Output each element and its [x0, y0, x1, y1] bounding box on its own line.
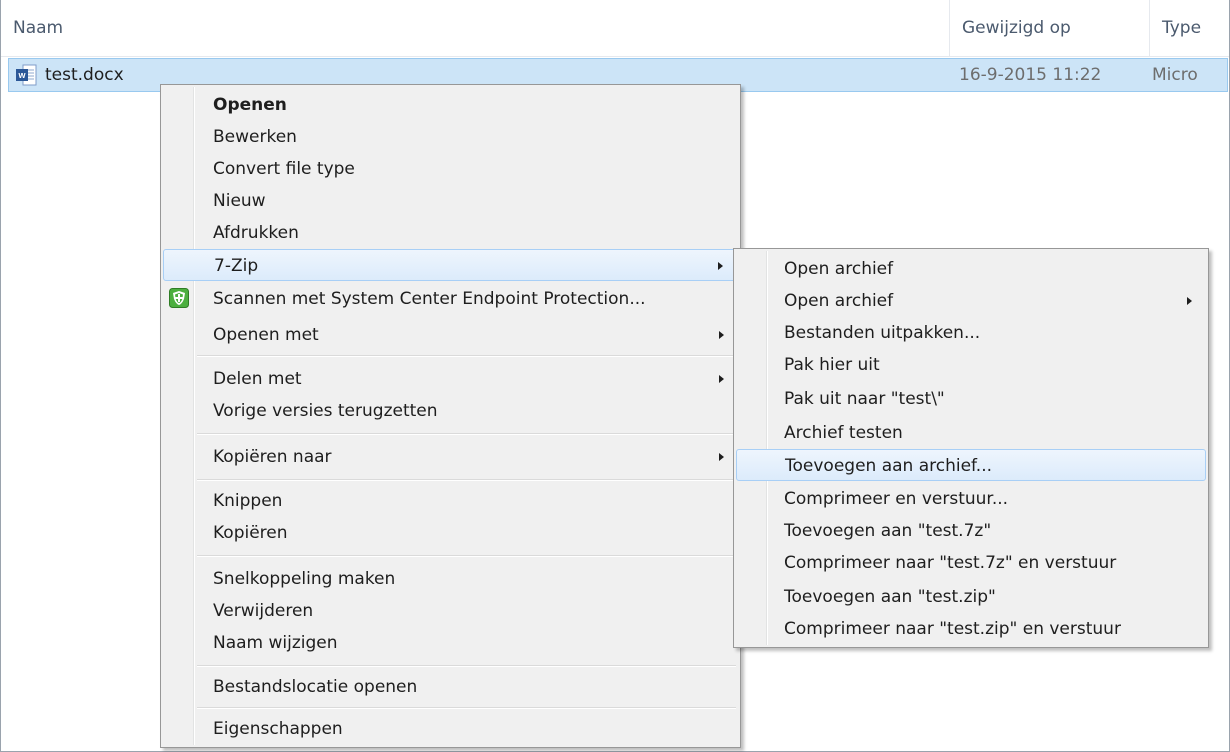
column-name-label: Naam: [13, 18, 64, 38]
submenu-item-open-archive[interactable]: Open archief: [736, 253, 1206, 285]
menu-separator: [197, 433, 736, 435]
submenu-item-extract-files[interactable]: Bestanden uitpakken...: [736, 317, 1206, 349]
submenu-item-extract-here[interactable]: Pak hier uit: [736, 349, 1206, 381]
submenu-item-compress-to-zip-and-email[interactable]: Comprimeer naar "test.zip" en verstuur: [736, 613, 1206, 645]
submenu-item-add-to-archive[interactable]: Toevoegen aan archief...: [736, 449, 1206, 481]
menu-separator: [197, 707, 736, 709]
submenu-arrow-icon: [719, 453, 724, 461]
word-document-icon: w: [16, 64, 37, 86]
submenu-item-open-archive-more[interactable]: Open archief: [736, 285, 1206, 317]
menu-item-copy[interactable]: Kopiëren: [163, 517, 738, 549]
menu-item-open[interactable]: Openen: [163, 89, 738, 121]
menu-item-copy-to[interactable]: Kopiëren naar: [163, 441, 738, 473]
column-type[interactable]: Type: [1149, 0, 1229, 56]
menu-item-new[interactable]: Nieuw: [163, 185, 738, 217]
submenu-item-label: Open archief: [784, 259, 894, 279]
submenu-arrow-icon: [719, 375, 724, 383]
column-modified[interactable]: Gewijzigd op: [949, 0, 1149, 56]
menu-item-restore-previous-versions[interactable]: Vorige versies terugzetten: [163, 395, 738, 427]
menu-item-7zip[interactable]: 7-Zip: [163, 249, 738, 281]
menu-item-label: Convert file type: [213, 159, 355, 179]
7zip-submenu: Open archief Open archief Bestanden uitp…: [733, 248, 1209, 648]
menu-item-label: Vorige versies terugzetten: [213, 401, 438, 421]
menu-item-rename[interactable]: Naam wijzigen: [163, 627, 738, 659]
submenu-item-add-to-7z[interactable]: Toevoegen aan "test.7z": [736, 515, 1206, 547]
menu-separator: [197, 355, 736, 357]
menu-item-label: Verwijderen: [213, 601, 314, 621]
menu-item-label: Openen met: [213, 325, 319, 345]
menu-separator: [197, 479, 736, 481]
menu-item-print[interactable]: Afdrukken: [163, 217, 738, 249]
submenu-item-label: Toevoegen aan "test.zip": [784, 587, 996, 607]
submenu-item-label: Comprimeer naar "test.7z" en verstuur: [784, 553, 1117, 573]
menu-item-properties[interactable]: Eigenschappen: [163, 713, 738, 745]
submenu-item-label: Comprimeer en verstuur...: [784, 489, 1009, 509]
menu-item-label: Scannen met System Center Endpoint Prote…: [213, 289, 646, 309]
submenu-item-compress-and-email[interactable]: Comprimeer en verstuur...: [736, 483, 1206, 515]
menu-item-share-with[interactable]: Delen met: [163, 363, 738, 395]
submenu-item-test-archive[interactable]: Archief testen: [736, 417, 1206, 449]
submenu-item-label: Pak uit naar "test\": [784, 389, 945, 409]
submenu-arrow-icon: [719, 331, 724, 339]
menu-item-label: Afdrukken: [213, 223, 299, 243]
menu-item-label: Eigenschappen: [213, 719, 343, 739]
menu-separator: [197, 665, 736, 667]
menu-item-label: Knippen: [213, 491, 283, 511]
file-type: Micro: [1152, 65, 1198, 85]
submenu-item-label: Open archief: [784, 291, 894, 311]
submenu-item-compress-to-7z-and-email[interactable]: Comprimeer naar "test.7z" en verstuur: [736, 547, 1206, 579]
menu-item-label: Openen: [213, 95, 287, 115]
submenu-item-label: Toevoegen aan "test.7z": [784, 521, 992, 541]
menu-item-open-file-location[interactable]: Bestandslocatie openen: [163, 671, 738, 703]
submenu-item-label: Comprimeer naar "test.zip" en verstuur: [784, 619, 1121, 639]
file-modified: 16-9-2015 11:22: [959, 65, 1102, 85]
submenu-item-extract-to-folder[interactable]: Pak uit naar "test\": [736, 383, 1206, 415]
menu-item-label: Bewerken: [213, 127, 297, 147]
submenu-item-label: Bestanden uitpakken...: [784, 323, 981, 343]
submenu-arrow-icon: [718, 262, 723, 270]
submenu-item-label: Toevoegen aan archief...: [785, 456, 993, 476]
column-header-bar: Naam Gewijzigd op Type: [1, 0, 1229, 57]
menu-item-edit[interactable]: Bewerken: [163, 121, 738, 153]
menu-item-label: Naam wijzigen: [213, 633, 338, 653]
submenu-item-label: Pak hier uit: [784, 355, 880, 375]
column-type-label: Type: [1162, 18, 1202, 38]
menu-item-label: Nieuw: [213, 191, 266, 211]
submenu-arrow-icon: [1187, 297, 1192, 305]
menu-item-scan-endpoint-protection[interactable]: Scannen met System Center Endpoint Prote…: [163, 283, 738, 315]
menu-item-label: Snelkoppeling maken: [213, 569, 396, 589]
menu-item-label: Kopiëren naar: [213, 447, 332, 467]
menu-item-label: Delen met: [213, 369, 302, 389]
menu-item-label: Bestandslocatie openen: [213, 677, 418, 697]
menu-item-delete[interactable]: Verwijderen: [163, 595, 738, 627]
submenu-item-label: Archief testen: [784, 423, 903, 443]
menu-item-cut[interactable]: Knippen: [163, 485, 738, 517]
column-modified-label: Gewijzigd op: [962, 18, 1071, 38]
svg-text:w: w: [17, 70, 26, 80]
menu-separator: [197, 555, 736, 557]
submenu-item-add-to-zip[interactable]: Toevoegen aan "test.zip": [736, 581, 1206, 613]
menu-item-open-with[interactable]: Openen met: [163, 319, 738, 351]
menu-item-convert-file-type[interactable]: Convert file type: [163, 153, 738, 185]
endpoint-protection-shield-icon: [169, 288, 189, 308]
column-name[interactable]: Naam: [1, 0, 949, 56]
menu-item-create-shortcut[interactable]: Snelkoppeling maken: [163, 563, 738, 595]
menu-item-label: Kopiëren: [213, 523, 288, 543]
context-menu: Openen Bewerken Convert file type Nieuw …: [160, 84, 741, 748]
menu-item-label: 7-Zip: [214, 256, 259, 276]
